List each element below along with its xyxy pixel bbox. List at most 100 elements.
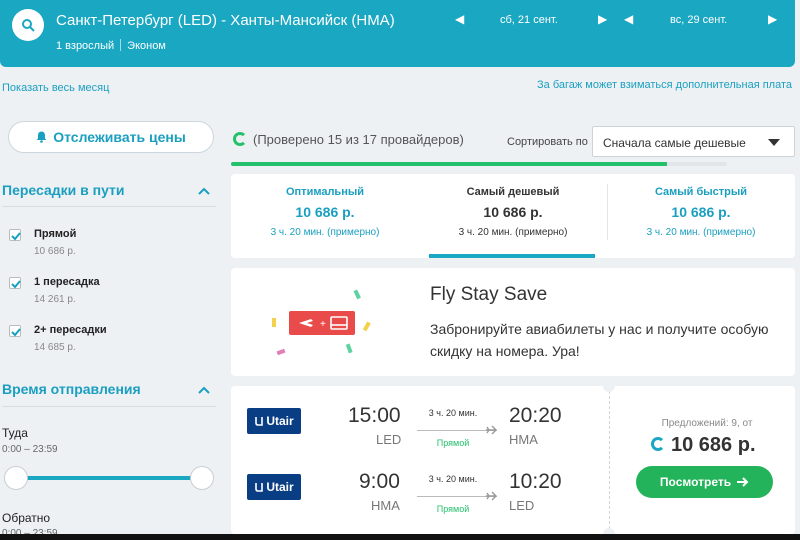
promo-banner[interactable]: + Fly Stay Save Забронируйте авиабилеты … [231,268,795,376]
passengers-count: 1 взрослый [56,40,115,52]
segment-stops: Прямой [436,504,470,514]
window-bottom-edge [0,534,800,540]
ticket-notch [603,380,615,392]
check-icon [11,232,21,241]
svg-text:+: + [320,319,326,330]
divider [609,386,610,534]
tab-duration: 3 ч. 20 мин. (примерно) [270,227,380,238]
passenger-class[interactable]: 1 взрослый Эконом [56,39,166,52]
divider [2,206,216,207]
bell-icon [36,131,47,143]
tab-price: 10 686 р. [483,204,543,220]
return-date[interactable]: вс, 29 сент. [670,14,727,26]
checkbox-direct[interactable] [9,229,21,241]
progress-fill [231,162,668,166]
tab-name: Оптимальный [285,186,364,198]
offers-count: Предложений: 9, от [661,418,753,429]
stops-option-price: 14 685 р. [34,342,76,353]
return-date-prev-icon[interactable]: ◀ [624,12,633,26]
stops-option-label[interactable]: 2+ пересадки [34,324,107,336]
active-tab-indicator [429,254,595,258]
outbound-time-slider[interactable] [16,476,202,480]
stops-option-price: 14 261 р. [34,294,76,305]
plane-icon [486,425,497,435]
cabin-class: Эконом [127,40,166,52]
flight-price: 10 686 р. [671,434,756,456]
stops-option-price: 10 686 р. [34,246,76,257]
departure-time-title[interactable]: Время отправления [2,381,141,397]
show-whole-month-link[interactable]: Показать весь месяц [2,82,109,94]
route-title[interactable]: Санкт-Петербург (LED) - Ханты-Мансийск (… [56,12,395,29]
tab-optimal[interactable]: Оптимальный 10 686 р. 3 ч. 20 мин. (прим… [231,174,419,258]
divider [2,406,216,407]
airline-logo-icon [255,417,264,426]
checkbox-one-stop[interactable] [9,277,21,289]
flight-hotel-promo-icon: + [272,289,371,356]
stops-option-label[interactable]: 1 пересадка [34,276,100,288]
view-deal-button[interactable]: Посмотреть [636,466,773,498]
outbound-label: Туда [2,426,28,440]
plane-icon [486,491,497,501]
airline-name: Utair [266,414,294,428]
checkbox-two-plus-stops[interactable] [9,325,21,337]
return-date-next-icon[interactable]: ▶ [768,12,777,26]
check-icon [11,328,21,337]
chevron-up-icon[interactable] [198,384,210,396]
departure-time: 15:00 [348,404,401,427]
providers-checked-status: (Проверено 15 из 17 провайдеров) [253,132,464,147]
result-tabs: Оптимальный 10 686 р. 3 ч. 20 мин. (прим… [231,174,795,258]
stops-option-label[interactable]: Прямой [34,228,76,240]
check-icon [11,280,21,289]
tab-duration: 3 ч. 20 мин. (примерно) [458,227,568,238]
tab-price: 10 686 р. [295,204,355,220]
tab-price: 10 686 р. [671,204,731,220]
divider [120,39,122,51]
airline-logo-icon [255,483,264,492]
departure-airport: LED [376,432,402,447]
depart-date[interactable]: сб, 21 сент. [500,14,558,26]
segment-stops: Прямой [436,438,470,448]
arrival-airport: LED [509,498,535,513]
promo-title: Fly Stay Save [430,284,548,305]
segment-duration: 3 ч. 20 мин. [428,408,478,418]
departure-airport: HMA [371,498,400,513]
view-deal-label: Посмотреть [659,475,732,489]
arrival-time: 20:20 [509,404,562,427]
loading-spinner-icon [233,132,247,146]
loading-spinner-icon [651,437,665,451]
arrival-time: 10:20 [509,470,562,493]
stops-filter-title[interactable]: Пересадки в пути [2,182,125,198]
search-progress-bar [231,162,727,166]
tab-duration: 3 ч. 20 мин. (примерно) [646,227,756,238]
tab-cheapest[interactable]: Самый дешевый 10 686 р. 3 ч. 20 мин. (пр… [419,174,607,258]
airline-logo: Utair [247,474,301,500]
airline-name: Utair [266,480,294,494]
depart-date-prev-icon[interactable]: ◀ [455,12,464,26]
flight-result-card[interactable]: Utair 15:00 LED 3 ч. 20 мин. Прямой 20:2… [231,380,795,540]
track-prices-button[interactable]: Отслеживать цены [8,121,214,153]
sort-selected-value: Сначала самые дешевые [603,136,746,150]
baggage-fee-link[interactable]: За багаж может взиматься дополнительная … [537,79,792,91]
arrival-airport: HMA [509,432,538,447]
tab-name: Самый быстрый [654,186,748,198]
outbound-time-range: 0:00 – 23:59 [2,444,58,455]
tab-name: Самый дешевый [466,186,560,198]
depart-date-next-icon[interactable]: ▶ [598,12,607,26]
search-icon [22,19,35,32]
arrow-right-icon [737,477,749,487]
return-label: Обратно [2,511,51,525]
slider-max-handle[interactable] [190,466,214,490]
search-button[interactable] [12,9,44,41]
airline-logo: Utair [247,408,301,434]
slider-min-handle[interactable] [4,466,28,490]
segment-duration: 3 ч. 20 мин. [428,474,478,484]
sort-label: Сортировать по [507,136,588,148]
tab-fastest[interactable]: Самый быстрый 10 686 р. 3 ч. 20 мин. (пр… [607,174,795,258]
track-prices-label: Отслеживать цены [53,129,186,145]
sort-select[interactable]: Сначала самые дешевые [592,126,795,157]
departure-time: 9:00 [359,470,400,493]
search-summary-bar: Санкт-Петербург (LED) - Ханты-Мансийск (… [0,0,795,67]
chevron-up-icon[interactable] [198,185,210,197]
promo-text: Забронируйте авиабилеты у нас и получите… [430,321,769,359]
caret-down-icon [768,139,780,146]
